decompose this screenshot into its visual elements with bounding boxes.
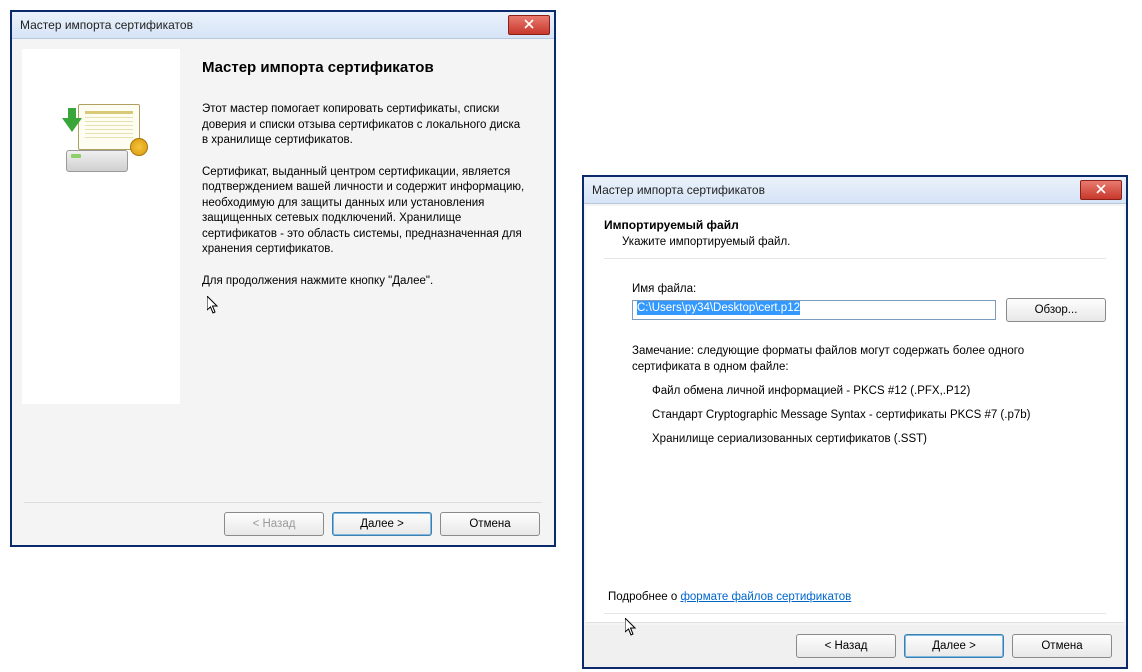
cancel-button[interactable]: Отмена <box>1012 634 1112 658</box>
format-item: Хранилище сериализованных сертификатов (… <box>652 433 1106 445</box>
window-title: Мастер импорта сертификатов <box>592 183 1080 197</box>
wizard-window-welcome: Мастер импорта сертификатов Мастер импор… <box>10 10 556 547</box>
filename-input[interactable]: C:\Users\py34\Desktop\cert.p12 <box>632 300 996 320</box>
close-icon <box>1096 184 1106 197</box>
back-button[interactable]: < Назад <box>796 634 896 658</box>
close-button[interactable] <box>508 15 550 35</box>
window-title: Мастер импорта сертификатов <box>20 18 508 32</box>
format-item: Стандарт Cryptographic Message Syntax - … <box>652 409 1106 421</box>
wizard-description-text: Сертификат, выданный центром сертификаци… <box>202 165 526 258</box>
wizard-heading: Мастер импорта сертификатов <box>202 59 526 76</box>
more-info-link[interactable]: формате файлов сертификатов <box>680 591 851 603</box>
next-button[interactable]: Далее > <box>332 512 432 536</box>
step-subtitle: Укажите импортируемый файл. <box>622 236 1106 248</box>
more-info: Подробнее о формате файлов сертификатов <box>608 591 1106 603</box>
titlebar[interactable]: Мастер импорта сертификатов <box>584 177 1126 204</box>
browse-button[interactable]: Обзор... <box>1006 298 1106 322</box>
formats-note: Замечание: следующие форматы файлов могу… <box>632 344 1078 375</box>
separator <box>604 613 1106 614</box>
close-icon <box>524 19 534 32</box>
next-button[interactable]: Далее > <box>904 634 1004 658</box>
filename-value: C:\Users\py34\Desktop\cert.p12 <box>637 301 800 315</box>
cancel-button[interactable]: Отмена <box>440 512 540 536</box>
more-info-prefix: Подробнее о <box>608 591 680 603</box>
filename-label: Имя файла: <box>632 283 1106 295</box>
format-item: Файл обмена личной информацией - PKCS #1… <box>652 385 1106 397</box>
wizard-continue-text: Для продолжения нажмите кнопку "Далее". <box>202 274 526 290</box>
wizard-window-file: Мастер импорта сертификатов Импортируемы… <box>582 175 1128 669</box>
wizard-side-panel <box>22 49 180 404</box>
formats-list: Файл обмена личной информацией - PKCS #1… <box>652 385 1106 457</box>
close-button[interactable] <box>1080 180 1122 200</box>
wizard-intro-text: Этот мастер помогает копировать сертифик… <box>202 102 526 149</box>
certificate-import-icon <box>56 104 146 174</box>
step-title: Импортируемый файл <box>604 218 1106 232</box>
back-button: < Назад <box>224 512 324 536</box>
titlebar[interactable]: Мастер импорта сертификатов <box>12 12 554 39</box>
separator <box>604 258 1106 259</box>
